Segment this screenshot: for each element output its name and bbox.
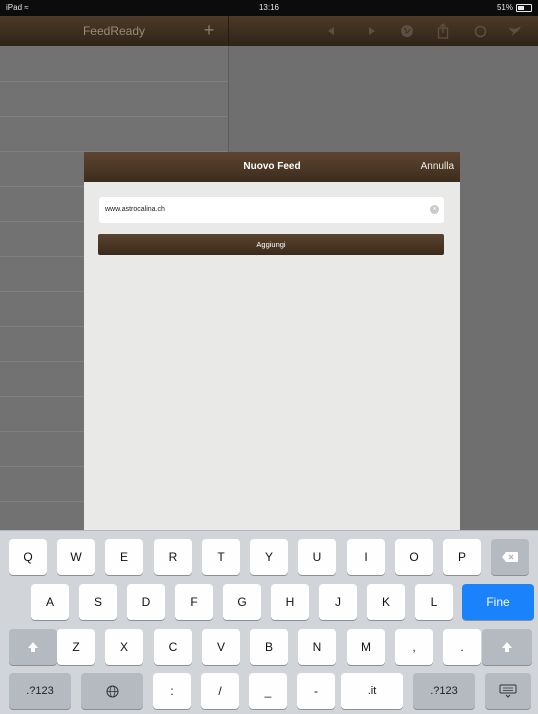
- battery-percent: 51%: [496, 3, 513, 12]
- shift-key-left[interactable]: [9, 629, 57, 665]
- backspace-icon: [502, 552, 518, 562]
- key-y[interactable]: Y: [250, 539, 288, 575]
- key-h[interactable]: H: [271, 584, 309, 620]
- key-r[interactable]: R: [154, 539, 192, 575]
- battery-icon: [516, 4, 532, 12]
- shift-icon: [28, 642, 38, 652]
- shift-icon: [502, 642, 512, 652]
- key-a[interactable]: A: [31, 584, 69, 620]
- key-hyphen[interactable]: -: [297, 673, 335, 709]
- add-feed-button[interactable]: +: [198, 16, 220, 46]
- key-q[interactable]: Q: [9, 539, 47, 575]
- key-b[interactable]: B: [250, 629, 288, 665]
- key-x[interactable]: X: [105, 629, 143, 665]
- backspace-key[interactable]: [491, 539, 529, 575]
- return-key[interactable]: Fine: [462, 584, 534, 620]
- key-d[interactable]: D: [127, 584, 165, 620]
- back-arrow-icon[interactable]: [320, 16, 342, 46]
- key-o[interactable]: O: [395, 539, 433, 575]
- list-item[interactable]: [0, 81, 228, 117]
- key-period[interactable]: .: [443, 629, 481, 665]
- right-toolbar: [229, 16, 538, 46]
- keyboard-hide-icon: [499, 684, 517, 698]
- share-icon[interactable]: [432, 16, 454, 46]
- key-c[interactable]: C: [154, 629, 192, 665]
- key-slash[interactable]: /: [201, 673, 239, 709]
- url-input-value: www.astrocalina.ch: [105, 206, 165, 213]
- key-t[interactable]: T: [202, 539, 240, 575]
- key-u[interactable]: U: [298, 539, 336, 575]
- key-j[interactable]: J: [319, 584, 357, 620]
- forward-arrow-icon[interactable]: [361, 16, 383, 46]
- key-k[interactable]: K: [367, 584, 405, 620]
- key-m[interactable]: M: [347, 629, 385, 665]
- status-bar: iPad ≈ 13:16 51%: [0, 0, 538, 16]
- key-g[interactable]: G: [223, 584, 261, 620]
- add-button[interactable]: Aggiungi: [98, 234, 444, 255]
- hide-keyboard-key[interactable]: [485, 673, 531, 709]
- language-key[interactable]: [81, 673, 143, 709]
- list-item[interactable]: [0, 116, 228, 152]
- cancel-button[interactable]: Annulla: [398, 152, 454, 182]
- key-f[interactable]: F: [175, 584, 213, 620]
- battery-status: 51%: [497, 0, 532, 16]
- bird-icon[interactable]: [504, 16, 526, 46]
- key-comma[interactable]: ,: [395, 629, 433, 665]
- key-i[interactable]: I: [347, 539, 385, 575]
- clear-input-icon[interactable]: ×: [430, 205, 439, 214]
- globe-icon[interactable]: [396, 16, 418, 46]
- status-time: 13:16: [258, 3, 280, 12]
- key-v[interactable]: V: [202, 629, 240, 665]
- key-domain[interactable]: .it: [341, 673, 403, 709]
- key-underscore[interactable]: _: [249, 673, 287, 709]
- on-screen-keyboard: Q W E R T Y U I O P A S D F G H J K L Fi…: [0, 530, 538, 714]
- key-p[interactable]: P: [443, 539, 481, 575]
- refresh-icon[interactable]: [469, 16, 491, 46]
- shift-key-right[interactable]: [482, 629, 532, 665]
- key-z[interactable]: Z: [57, 629, 95, 665]
- key-s[interactable]: S: [79, 584, 117, 620]
- key-e[interactable]: E: [105, 539, 143, 575]
- key-w[interactable]: W: [57, 539, 95, 575]
- numbers-key-left[interactable]: .?123: [9, 673, 71, 709]
- key-l[interactable]: L: [415, 584, 453, 620]
- key-colon[interactable]: :: [153, 673, 191, 709]
- globe-icon: [106, 685, 118, 698]
- list-item[interactable]: [0, 46, 228, 82]
- app-title: FeedReady: [82, 24, 146, 38]
- numbers-key-right[interactable]: .?123: [413, 673, 475, 709]
- key-n[interactable]: N: [298, 629, 336, 665]
